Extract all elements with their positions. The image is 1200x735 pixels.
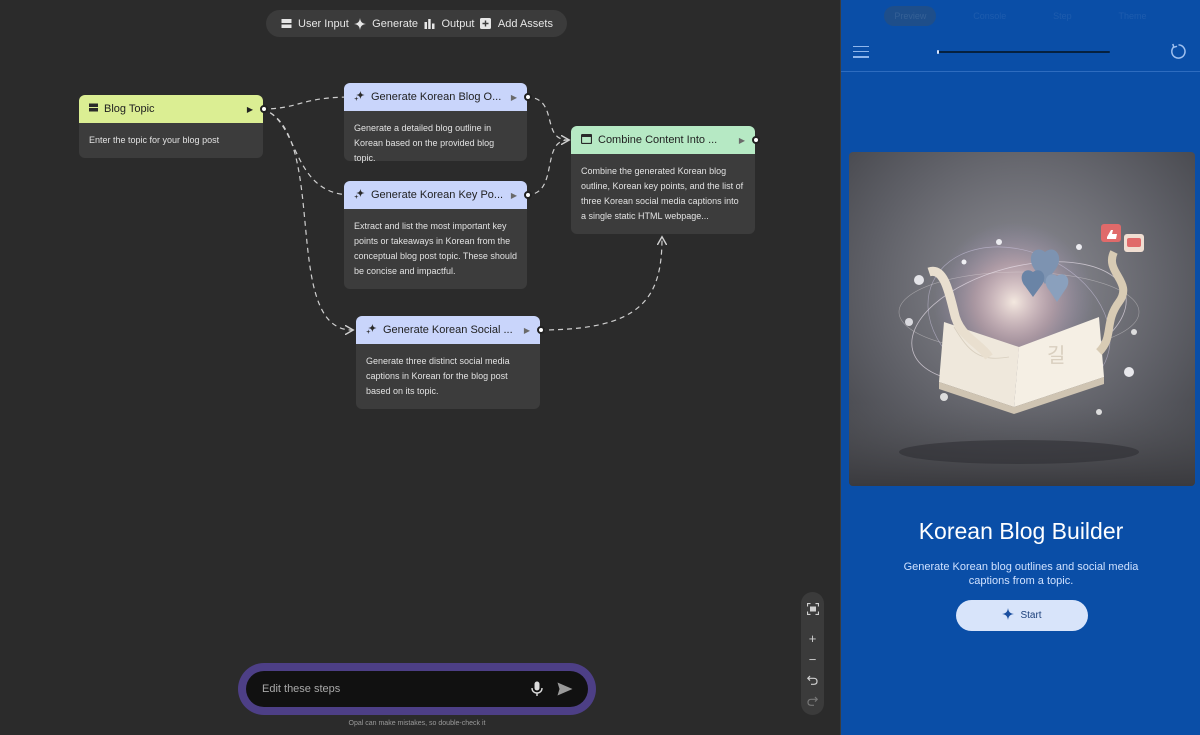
add-box-icon [480, 18, 492, 30]
edge-outline-combine [525, 96, 568, 140]
edge-social-combine [539, 238, 662, 331]
app-header [841, 32, 1200, 72]
node-header[interactable]: Blog Topic ▶ [79, 95, 268, 123]
input-icon [280, 18, 292, 30]
fit-view-icon[interactable] [804, 600, 822, 618]
output-port[interactable] [260, 105, 268, 113]
output-port[interactable] [537, 326, 545, 334]
node-header[interactable]: Generate Korean Social ... ▶ [356, 316, 545, 344]
webpage-icon [580, 133, 593, 147]
node-title: Generate Korean Blog O... [371, 91, 502, 103]
edge-topic-keypoints [261, 108, 352, 195]
input-icon [89, 103, 98, 115]
sparkle-icon [354, 188, 365, 202]
disclaimer-text: Opal can make mistakes, so double-check … [348, 720, 486, 727]
node-combine-content[interactable]: Combine Content Into ... ▶ Combine the g… [571, 126, 760, 234]
zoom-out-icon[interactable]: − [804, 650, 822, 668]
edit-steps-container [246, 671, 588, 707]
tab-console[interactable]: Console [963, 6, 1016, 26]
sparkle-icon [354, 17, 367, 30]
progress-bar [937, 49, 1110, 54]
generate-button[interactable]: Generate [354, 17, 419, 30]
edge-topic-outline [261, 97, 352, 110]
output-button[interactable]: Output [423, 17, 475, 30]
sparkle-icon [1002, 608, 1015, 623]
progress-fill [937, 49, 939, 54]
tab-preview[interactable]: Preview [884, 6, 937, 26]
node-description: Generate a detailed blog outline in Kore… [354, 123, 495, 163]
node-title: Combine Content Into ... [598, 134, 718, 146]
step-toolbar: User Input Generate Output Add Assets [266, 10, 567, 37]
node-generate-outline[interactable]: Generate Korean Blog O... ▶ Generate a d… [344, 83, 532, 163]
user-input-label: User Input [298, 17, 349, 30]
play-icon[interactable]: ▶ [511, 93, 517, 102]
start-label: Start [1020, 610, 1042, 621]
app-subtitle: Generate Korean blog outlines and social… [903, 561, 1139, 587]
node-description: Generate three distinct social media cap… [366, 356, 510, 396]
edge-topic-social [261, 108, 352, 330]
node-header[interactable]: Combine Content Into ... ▶ [571, 126, 760, 154]
add-assets-label: Add Assets [497, 17, 553, 30]
output-port[interactable] [524, 93, 532, 101]
send-icon[interactable] [556, 680, 574, 698]
redo-icon[interactable] [804, 692, 822, 710]
sparkle-icon [354, 90, 365, 104]
restart-icon[interactable] [1170, 43, 1188, 61]
node-generate-social[interactable]: Generate Korean Social ... ▶ Generate th… [356, 316, 545, 409]
tab-step[interactable]: Step [1043, 6, 1082, 26]
svg-text:길: 길 [1047, 343, 1065, 367]
generate-label: Generate [372, 17, 419, 30]
node-header[interactable]: Generate Korean Blog O... ▶ [344, 83, 532, 111]
node-title: Blog Topic [104, 103, 155, 115]
node-title: Generate Korean Social ... [383, 324, 513, 336]
output-port[interactable] [752, 136, 760, 144]
undo-icon[interactable] [804, 671, 822, 689]
microphone-icon[interactable] [528, 680, 546, 698]
node-generate-key-points[interactable]: Generate Korean Key Po... ▶ Extract and … [344, 181, 532, 289]
zoom-controls: + − [801, 592, 824, 715]
edit-steps-input[interactable] [262, 683, 518, 695]
preview-panel: Preview Console Step Theme 길 Korean Blog… [840, 0, 1200, 735]
node-description: Enter the topic for your blog post [89, 135, 220, 145]
play-icon[interactable]: ▶ [524, 326, 530, 335]
play-icon[interactable]: ▶ [739, 136, 745, 145]
output-port[interactable] [524, 191, 532, 199]
play-icon[interactable]: ▶ [511, 191, 517, 200]
bar-chart-icon [423, 18, 435, 30]
add-assets-button[interactable]: Add Assets [480, 18, 553, 30]
zoom-in-icon[interactable]: + [804, 629, 822, 647]
hero-illustration: 길 [849, 152, 1195, 486]
play-icon[interactable]: ▶ [247, 105, 253, 114]
menu-icon[interactable] [853, 45, 869, 58]
node-blog-topic[interactable]: Blog Topic ▶ Enter the topic for your bl… [79, 95, 268, 158]
edge-keypoints-combine [525, 139, 569, 196]
progress-track [937, 50, 1110, 53]
node-header[interactable]: Generate Korean Key Po... ▶ [344, 181, 532, 209]
node-description: Combine the generated Korean blog outlin… [581, 166, 744, 221]
app-title: Korean Blog Builder [918, 518, 1124, 544]
edit-steps-bar [238, 663, 596, 715]
tab-theme[interactable]: Theme [1109, 6, 1157, 26]
user-input-button[interactable]: User Input [280, 18, 349, 30]
preview-tabs: Preview Console Step Theme [841, 0, 1200, 32]
flow-canvas[interactable]: User Input Generate Output Add Assets Bl… [0, 0, 840, 735]
sparkle-icon [366, 323, 377, 337]
start-button[interactable]: Start [956, 600, 1088, 631]
output-label: Output [441, 17, 475, 30]
node-description: Extract and list the most important key … [354, 221, 517, 276]
node-title: Generate Korean Key Po... [371, 189, 504, 201]
